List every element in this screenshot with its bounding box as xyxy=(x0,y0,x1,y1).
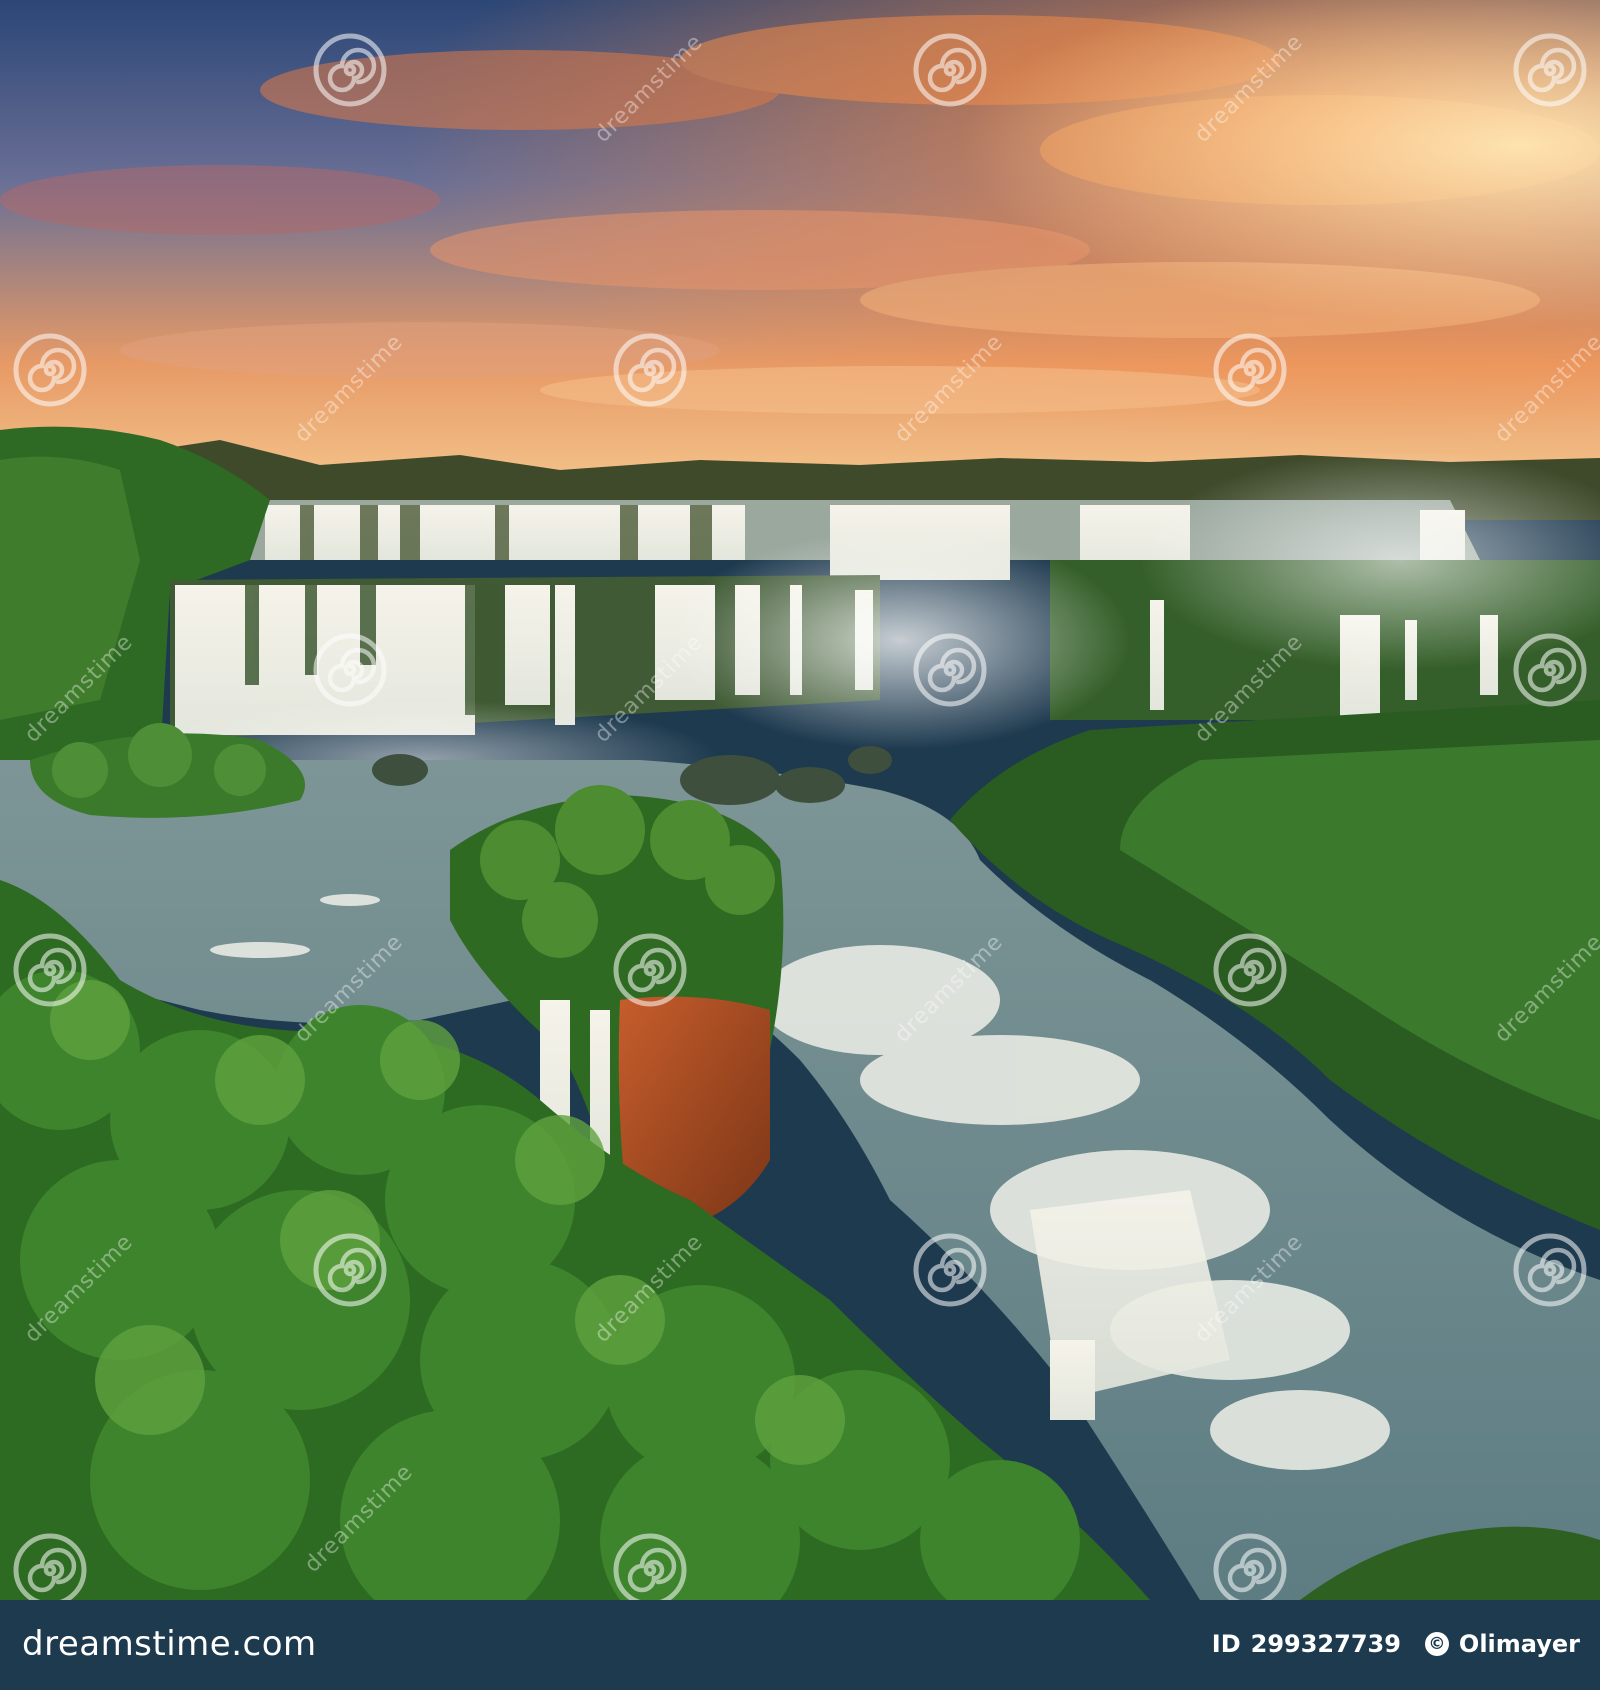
footer-bar: dreamstime.com ID 299327739 © Olimayer xyxy=(0,1600,1600,1690)
stock-photo-page: dreamstime dreamstime dreamstime dreamstime… xyxy=(0,0,1600,1690)
brand-label[interactable]: dreamstime.com xyxy=(22,1624,317,1664)
waterfall-landscape-photo xyxy=(0,0,1600,1600)
copyright-icon: © xyxy=(1424,1632,1449,1656)
id-label: ID xyxy=(1211,1630,1241,1658)
image-id: 299327739 xyxy=(1250,1630,1401,1658)
image-credit: ID 299327739 © Olimayer xyxy=(1212,1630,1580,1658)
author-name[interactable]: Olimayer xyxy=(1459,1630,1580,1658)
